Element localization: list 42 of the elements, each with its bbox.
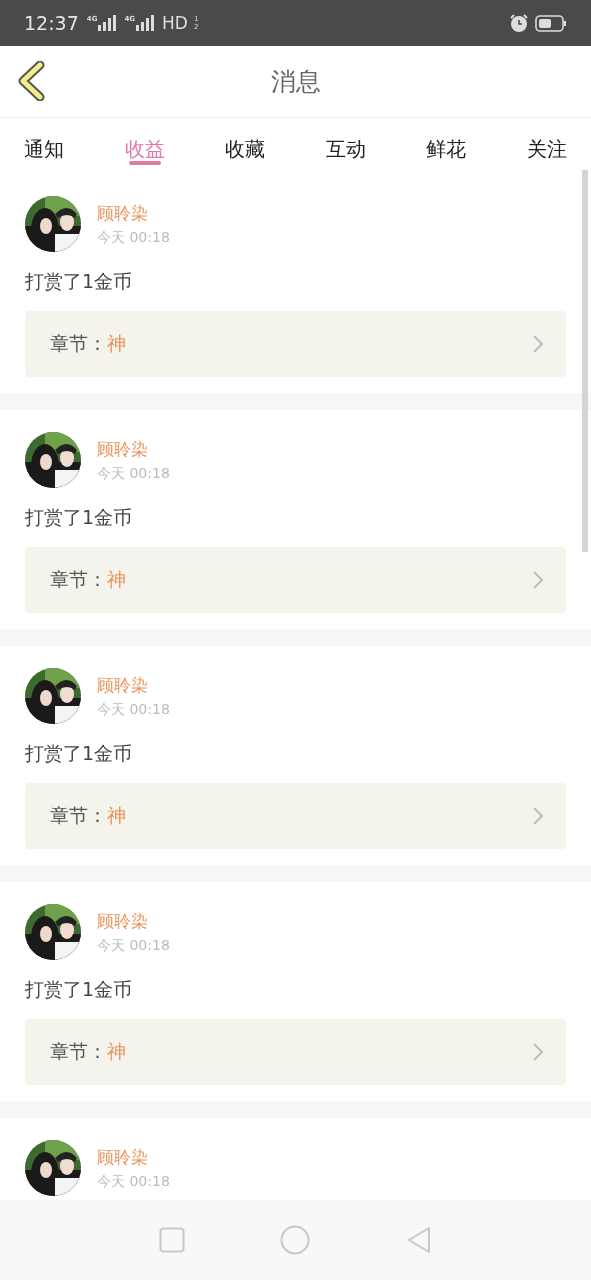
circle-icon [280, 1225, 311, 1255]
tab[interactable]: 互动 [325, 118, 366, 170]
message-time: 今天 00:18 [97, 936, 170, 955]
chapter-label: 章节： [50, 1039, 107, 1064]
message-text: 打赏了1金币 [25, 505, 134, 530]
chevron-right-icon [532, 806, 544, 826]
signal-icon [136, 15, 156, 31]
chapter-name: 神 [107, 803, 127, 828]
status-time: 12:37 [24, 12, 79, 34]
message-time: 今天 00:18 [97, 228, 170, 247]
message-time: 今天 00:18 [97, 700, 170, 719]
signal-icon [98, 15, 119, 31]
message-text: 打赏了1金币 [25, 741, 134, 766]
back-icon [16, 60, 46, 101]
hd-label: HD [162, 13, 188, 33]
square-icon [158, 1227, 185, 1253]
chapter-name: 神 [107, 567, 127, 592]
page-title: 消息 [270, 66, 321, 98]
message-time: 今天 00:18 [97, 464, 170, 483]
chapter-label: 章节： [50, 567, 107, 592]
chapter-label: 章节： [50, 331, 107, 356]
chapter-link[interactable]: 章节：神 [25, 547, 566, 613]
chapter-link[interactable]: 章节：神 [25, 311, 566, 377]
alarm-icon [509, 13, 529, 33]
chevron-right-icon [532, 334, 544, 354]
chevron-right-icon [532, 570, 544, 590]
battery-icon [535, 14, 567, 32]
chapter-link[interactable]: 章节：神 [25, 783, 566, 849]
message-time: 今天 00:18 [97, 1172, 170, 1191]
tab[interactable]: 通知 [24, 118, 64, 170]
chapter-name: 神 [107, 1039, 127, 1064]
tab[interactable]: 关注 [526, 118, 567, 170]
chapter-label: 章节： [50, 803, 107, 828]
message-text: 打赏了1金币 [25, 977, 134, 1002]
tab[interactable]: 鲜花 [426, 118, 467, 170]
chapter-link[interactable]: 章节：神 [25, 1019, 566, 1085]
triangle-icon [406, 1226, 433, 1254]
chapter-name: 神 [107, 331, 127, 356]
tab[interactable]: 收藏 [225, 118, 266, 170]
chevron-right-icon [532, 1042, 544, 1062]
message-text: 打赏了1金币 [25, 269, 134, 294]
home-button[interactable] [279, 1224, 312, 1256]
